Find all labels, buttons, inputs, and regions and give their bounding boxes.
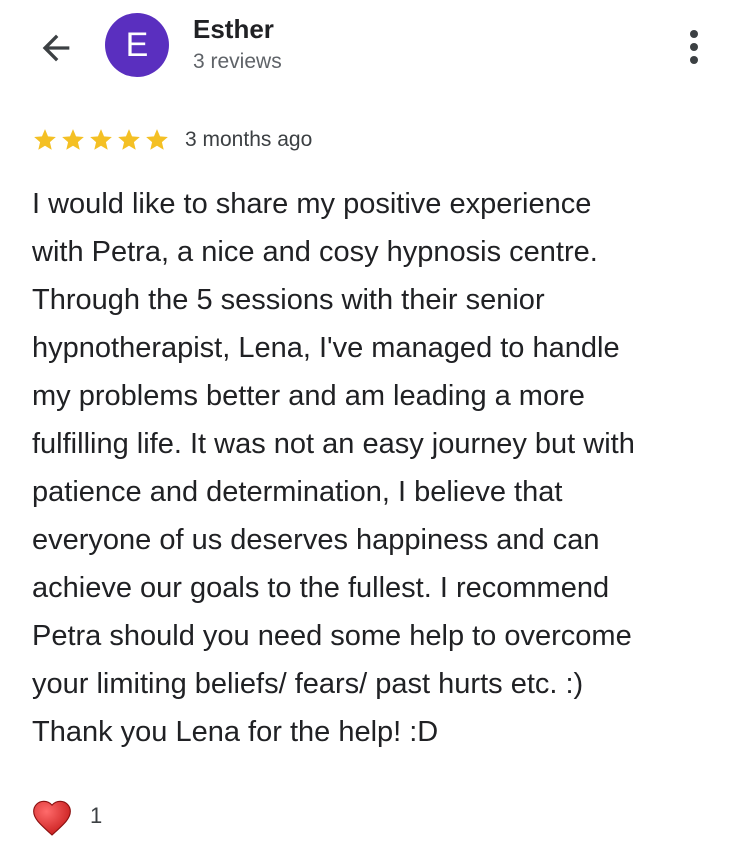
reaction-row: 1 — [30, 795, 102, 837]
star-icon — [146, 129, 168, 150]
review-date: 3 months ago — [185, 128, 313, 151]
arrow-back-icon — [42, 34, 70, 62]
heart-icon[interactable] — [30, 795, 74, 837]
reaction-count: 1 — [90, 803, 103, 828]
review-count: 3 reviews — [193, 50, 282, 73]
star-icon — [118, 129, 140, 150]
back-button[interactable] — [34, 26, 78, 70]
star-icon — [34, 129, 56, 150]
more-options-button[interactable] — [674, 24, 714, 70]
reviewer-name[interactable]: Esther — [193, 14, 274, 45]
more-vertical-icon — [690, 30, 698, 38]
review-header: E Esther 3 reviews — [0, 0, 750, 100]
rating-row: 3 months ago — [32, 124, 312, 156]
avatar-initial: E — [125, 25, 149, 64]
avatar[interactable]: E — [105, 13, 169, 77]
review-text: I would like to share my positive experi… — [32, 188, 635, 748]
star-icon — [62, 129, 84, 150]
star-rating — [32, 127, 170, 153]
star-icon — [90, 129, 112, 150]
